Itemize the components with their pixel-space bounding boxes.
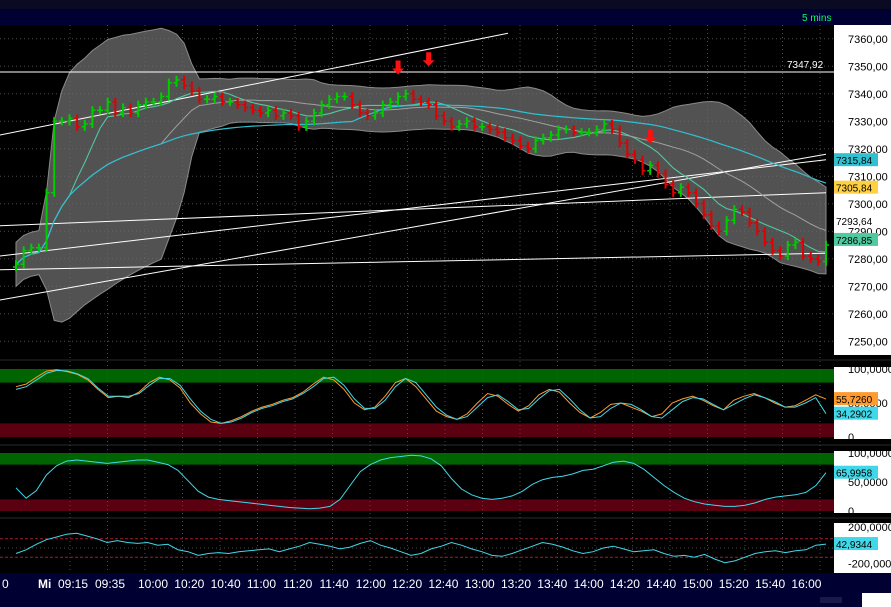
price-value-badge-text: 7286,85: [836, 236, 873, 247]
rsi-tick-label: 0: [848, 506, 854, 518]
time-tick-label: 14:40: [646, 577, 676, 591]
time-tick-label: 12:20: [392, 577, 422, 591]
stochastic-oversold-zone: [0, 423, 834, 437]
price-tick-label: 7330,00: [848, 116, 888, 128]
rsi-overbought-zone: [0, 453, 834, 465]
price-tick-label: 7250,00: [848, 336, 888, 348]
interval-label: 5 mins: [802, 13, 831, 24]
stochastic-tick-label: 100,0000: [848, 364, 891, 376]
time-tick-label: 09:35: [95, 577, 125, 591]
day-label: Mi: [38, 577, 51, 591]
time-axis-labels: 0 Mi 09:15 09:35 10:00 10:20 10:40 11:00 11:20 11…: [2, 577, 822, 591]
rsi-oversold-zone: [0, 499, 834, 511]
price-value-badge-text: 7315,84: [836, 156, 873, 167]
time-tick-label: 11:20: [283, 577, 312, 591]
header-strip: [0, 0, 891, 9]
time-tick-label: 13:40: [537, 577, 567, 591]
price-tick-label: 7300,00: [848, 199, 888, 211]
time-tick-label: 10:20: [174, 577, 204, 591]
price-tick-label: 7360,00: [848, 34, 888, 46]
price-tick-label: 7280,00: [848, 254, 888, 266]
time-tick-label: 11:00: [247, 577, 276, 591]
time-tick-label: 12:40: [428, 577, 458, 591]
rsi-value-badge-text: 65,9958: [836, 469, 873, 480]
price-tick-label: 7260,00: [848, 309, 888, 321]
time-tick-label: 14:00: [574, 577, 604, 591]
time-tick-label: 15:00: [683, 577, 713, 591]
scroll-handle[interactable]: [820, 597, 842, 603]
bottom-scrollbar[interactable]: [0, 593, 891, 607]
cci-value-badge-text: 42,9344: [836, 540, 873, 551]
cci-tick-label: -200,0000: [848, 559, 891, 571]
time-tick-label: 12:00: [356, 577, 386, 591]
corner-box: [862, 593, 891, 607]
price-tick-label: 7270,00: [848, 281, 888, 293]
time-tick-label: 16:00: [791, 577, 821, 591]
time-tick-label: 10:40: [211, 577, 241, 591]
price-tick-label: 7340,00: [848, 89, 888, 101]
time-tick-label: 09:15: [58, 577, 88, 591]
rsi-tick-label: 100,0000: [848, 448, 891, 460]
cci-tick-label: 200,0000: [848, 522, 891, 534]
level-price-label: 7347,92: [787, 60, 824, 71]
time-tick-label: 13:00: [465, 577, 495, 591]
time-tick-label: 11:40: [320, 577, 349, 591]
stochastic-value-badge-text: 34,2902: [836, 410, 873, 421]
time-tick-label: 10:00: [138, 577, 168, 591]
price-value-badge-text: 7305,84: [836, 184, 873, 195]
time-tick-label: 14:20: [610, 577, 640, 591]
stochastic-overbought-zone: [0, 369, 834, 383]
stochastic-tick-label: 0: [848, 432, 854, 444]
chart-canvas: 5 mins 7250,007260,007270,007280,007290,…: [0, 0, 891, 607]
price-tick-label: 7350,00: [848, 61, 888, 73]
stochastic-value-badge-text: 55,7260: [836, 395, 873, 406]
time-tick-label: 0: [2, 577, 9, 591]
time-tick-label: 15:20: [719, 577, 749, 591]
time-tick-label: 13:20: [501, 577, 531, 591]
time-tick-label: 15:40: [755, 577, 785, 591]
price-value-badge-text: 7293,64: [836, 217, 873, 228]
